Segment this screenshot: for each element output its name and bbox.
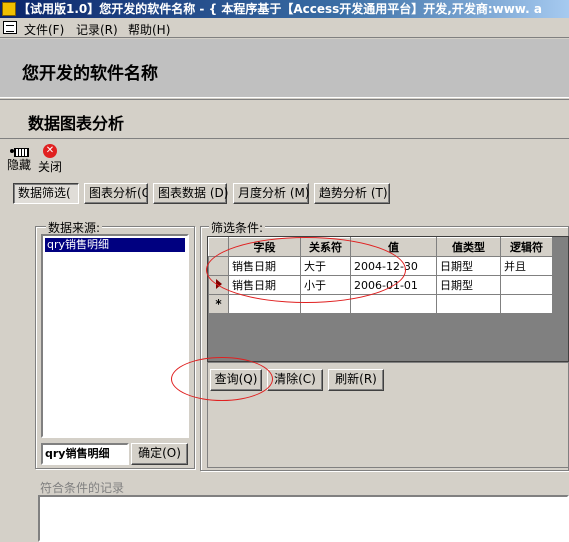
app-icon: [2, 2, 16, 16]
cell-type[interactable]: 日期型: [436, 256, 501, 276]
cell-value[interactable]: 2006-01-01: [350, 275, 437, 295]
confirm-button[interactable]: 确定(O): [131, 443, 188, 465]
new-record-icon: *: [215, 297, 222, 311]
list-item[interactable]: qry销售明细: [45, 238, 185, 252]
filter-table: 字段 关系符 值 值类型 逻辑符 销售日期 大于 2004-12-30 日期型 …: [208, 237, 553, 314]
close-icon: ✕: [43, 144, 57, 158]
query-button[interactable]: 查询(Q): [210, 369, 262, 391]
menu-record[interactable]: 记录(R): [76, 21, 118, 38]
hide-icon: [10, 146, 29, 157]
tab-trend-analysis[interactable]: 趋势分析 (T): [314, 183, 390, 204]
source-listbox[interactable]: qry销售明细: [41, 234, 189, 438]
menu-help[interactable]: 帮助(H): [128, 21, 170, 38]
tab-data-filter[interactable]: 数据筛选(: [13, 183, 79, 204]
cell-value[interactable]: 2004-12-30: [350, 256, 437, 276]
current-row-pointer-icon: [215, 278, 222, 289]
row-selector-current[interactable]: [208, 275, 229, 295]
cell-logic[interactable]: [500, 294, 553, 314]
row-selector[interactable]: [208, 256, 229, 276]
tab-chart-analysis[interactable]: 图表分析(G: [84, 183, 148, 204]
menu-file[interactable]: 文件(F): [24, 21, 64, 38]
column-header-type[interactable]: 值类型: [436, 237, 501, 257]
cell-field[interactable]: [228, 294, 301, 314]
clear-button[interactable]: 清除(C): [267, 369, 323, 391]
table-new-row[interactable]: *: [208, 294, 553, 314]
hide-button[interactable]: 隐藏: [5, 146, 33, 173]
tab-monthly-analysis[interactable]: 月度分析 (M): [233, 183, 310, 204]
cell-logic[interactable]: [500, 275, 553, 295]
table-header-row: 字段 关系符 值 值类型 逻辑符: [208, 237, 553, 257]
document-icon[interactable]: [3, 21, 17, 34]
column-header-field[interactable]: 字段: [228, 237, 301, 257]
cell-field[interactable]: 销售日期: [228, 275, 301, 295]
cell-op[interactable]: 小于: [300, 275, 351, 295]
title-bar: 【试用版1.0】您开发的软件名称 - { 本程序基于【Access开发通用平台】…: [0, 0, 569, 18]
cell-op[interactable]: [300, 294, 351, 314]
app-header: 您开发的软件名称: [0, 39, 569, 98]
menu-bar: 文件(F) 记录(R) 帮助(H): [0, 18, 569, 38]
results-subform[interactable]: [38, 495, 569, 542]
tab-chart-data[interactable]: 图表数据 (D): [153, 183, 228, 204]
page-title: 数据图表分析: [28, 114, 125, 133]
hide-label: 隐藏: [6, 158, 31, 172]
filter-datasheet[interactable]: 字段 关系符 值 值类型 逻辑符 销售日期 大于 2004-12-30 日期型 …: [207, 236, 569, 362]
cell-value[interactable]: [350, 294, 437, 314]
refresh-button[interactable]: 刷新(R): [328, 369, 384, 391]
app-title: 您开发的软件名称: [22, 64, 158, 84]
cell-logic[interactable]: 并且: [500, 256, 553, 276]
filter-group-label: 筛选条件:: [209, 219, 266, 236]
close-label: 关闭: [37, 160, 62, 174]
column-header-logic[interactable]: 逻辑符: [500, 237, 553, 257]
table-row[interactable]: 销售日期 小于 2006-01-01 日期型: [208, 275, 553, 295]
table-row[interactable]: 销售日期 大于 2004-12-30 日期型 并且: [208, 256, 553, 276]
row-selector-header[interactable]: [208, 237, 229, 257]
new-row-selector[interactable]: *: [208, 294, 229, 314]
close-button[interactable]: ✕ 关闭: [37, 144, 63, 175]
cell-field[interactable]: 销售日期: [228, 256, 301, 276]
cell-op[interactable]: 大于: [300, 256, 351, 276]
column-header-value[interactable]: 值: [350, 237, 437, 257]
window-title: 【试用版1.0】您开发的软件名称 - { 本程序基于【Access开发通用平台】…: [18, 2, 542, 16]
cell-type[interactable]: [436, 294, 501, 314]
cell-type[interactable]: 日期型: [436, 275, 501, 295]
column-header-op[interactable]: 关系符: [300, 237, 351, 257]
page-header: 数据图表分析: [0, 99, 569, 139]
results-label: 符合条件的记录: [40, 481, 125, 495]
source-field[interactable]: qry销售明细: [41, 443, 129, 465]
